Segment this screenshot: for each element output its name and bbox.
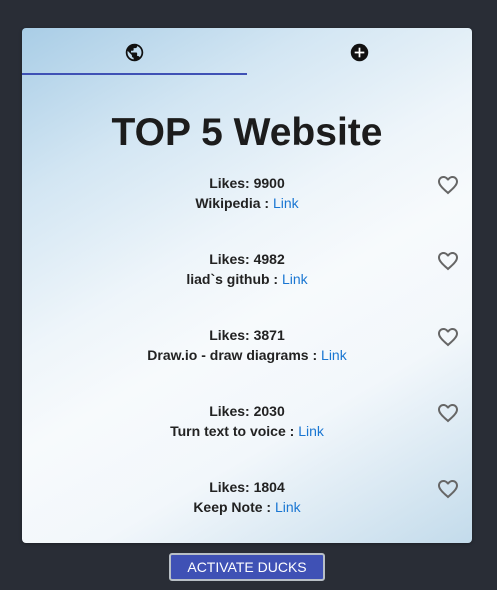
likes-line: Likes: 3871 <box>22 325 472 345</box>
activate-ducks-button[interactable]: ACTIVATE DUCKS <box>169 553 325 581</box>
website-link[interactable]: Link <box>298 423 324 439</box>
likes-line: Likes: 4982 <box>22 249 472 269</box>
website-name: Wikipedia : <box>195 195 273 211</box>
page-title: TOP 5 Website <box>111 111 383 154</box>
active-tab-indicator <box>22 73 247 75</box>
like-button[interactable] <box>435 325 461 349</box>
website-link[interactable]: Link <box>282 271 308 287</box>
likes-count: 2030 <box>253 403 285 419</box>
likes-label: Likes: <box>209 403 254 419</box>
website-link[interactable]: Link <box>321 347 347 363</box>
heart-icon <box>435 176 461 201</box>
likes-count: 1804 <box>253 479 285 495</box>
website-text: Likes: 3871 Draw.io - draw diagrams : Lin… <box>22 325 472 365</box>
tab-add-website[interactable] <box>247 28 472 76</box>
website-text: Likes: 9900 Wikipedia : Link <box>22 173 472 213</box>
likes-line: Likes: 1804 <box>22 477 472 497</box>
heart-icon <box>435 404 461 429</box>
website-item: Likes: 2030 Turn text to voice : Link <box>22 401 472 451</box>
website-item: Likes: 3871 Draw.io - draw diagrams : Lin… <box>22 325 472 375</box>
website-name: liad`s github : <box>186 271 282 287</box>
tab-top-websites[interactable] <box>22 28 247 76</box>
site-line: Draw.io - draw diagrams : Link <box>22 345 472 365</box>
website-item: Likes: 9900 Wikipedia : Link <box>22 173 472 223</box>
like-button[interactable] <box>435 249 461 273</box>
website-item: Likes: 4982 liad`s github : Link <box>22 249 472 299</box>
heart-icon <box>435 328 461 353</box>
website-name: Keep Note : <box>193 499 275 515</box>
heart-icon <box>435 252 461 277</box>
globe-icon <box>125 43 144 61</box>
website-card: TOP 5 Website Likes: 9900 Wikipedia : Lin… <box>22 28 472 543</box>
website-text: Likes: 2030 Turn text to voice : Link <box>22 401 472 441</box>
site-line: Wikipedia : Link <box>22 193 472 213</box>
likes-label: Likes: <box>209 175 254 191</box>
website-name: Draw.io - draw diagrams : <box>147 347 322 363</box>
tab-bar <box>22 28 472 76</box>
likes-line: Likes: 9900 <box>22 173 472 193</box>
likes-label: Likes: <box>209 327 254 343</box>
website-link[interactable]: Link <box>273 195 299 211</box>
plus-circle-icon <box>350 43 369 61</box>
likes-count: 4982 <box>253 251 285 267</box>
like-button[interactable] <box>435 173 461 197</box>
like-button[interactable] <box>435 477 461 501</box>
likes-label: Likes: <box>209 251 254 267</box>
heart-icon <box>435 480 461 505</box>
site-line: liad`s github : Link <box>22 269 472 289</box>
likes-count: 9900 <box>253 175 285 191</box>
website-text: Likes: 1804 Keep Note : Link <box>22 477 472 517</box>
website-name: Turn text to voice : <box>170 423 299 439</box>
site-line: Turn text to voice : Link <box>22 421 472 441</box>
likes-label: Likes: <box>209 479 254 495</box>
website-link[interactable]: Link <box>275 499 301 515</box>
site-line: Keep Note : Link <box>22 497 472 517</box>
likes-count: 3871 <box>253 327 285 343</box>
likes-line: Likes: 2030 <box>22 401 472 421</box>
like-button[interactable] <box>435 401 461 425</box>
website-text: Likes: 4982 liad`s github : Link <box>22 249 472 289</box>
website-item: Likes: 1804 Keep Note : Link <box>22 477 472 527</box>
